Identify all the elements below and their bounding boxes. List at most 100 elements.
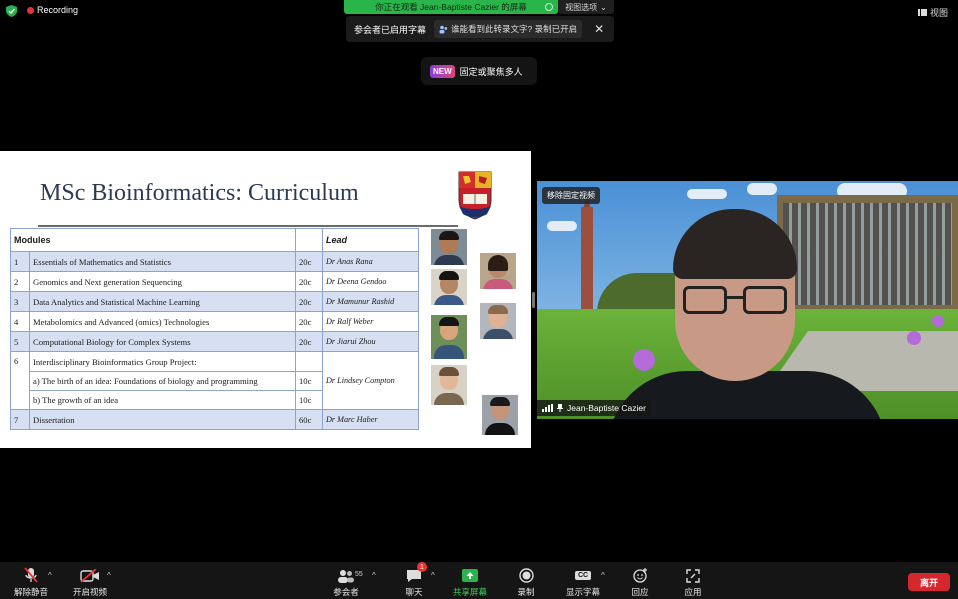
- video-cloud: [687, 189, 727, 199]
- meeting-toolbar: 解除静音 ^ 开启视频 ^ 55 参会者 ^ 1 聊天 ^ 共享屏幕 录制 CC…: [0, 562, 958, 599]
- lecturer-photo: [431, 365, 467, 405]
- leave-button[interactable]: 离开: [908, 573, 950, 591]
- recording-indicator[interactable]: Recording: [27, 5, 78, 15]
- person-glasses: [683, 286, 787, 314]
- reactions-button[interactable]: 回应: [628, 562, 652, 599]
- smiley-add-icon: [632, 568, 647, 583]
- participant-count: 55: [355, 571, 363, 578]
- chevron-up-icon[interactable]: ^: [372, 571, 376, 580]
- table-row: 1 Essentials of Mathematics and Statisti…: [10, 251, 419, 272]
- row-number: 5: [10, 331, 30, 352]
- module-name: Genomics and Next generation Sequencing: [29, 271, 296, 292]
- university-crest-icon: [458, 171, 492, 220]
- row-number: 2: [10, 271, 30, 292]
- video-building: [777, 195, 958, 315]
- chevron-up-icon[interactable]: ^: [48, 571, 52, 580]
- chat-unread-badge: 1: [417, 562, 427, 572]
- credits-header: [295, 228, 323, 252]
- module-credits: 10c: [295, 390, 323, 410]
- module-name: Dissertation: [29, 409, 296, 430]
- captions-button[interactable]: CC 显示字幕: [564, 562, 602, 599]
- video-flower: [907, 331, 921, 345]
- module-credits: [295, 351, 323, 372]
- chevron-up-icon[interactable]: ^: [107, 571, 111, 580]
- table-row: 3 Data Analytics and Statistical Machine…: [10, 291, 419, 312]
- captions-enabled-text: 参会者已启用字幕: [354, 24, 427, 35]
- module-lead: Dr Mamunur Rashid: [322, 291, 419, 312]
- view-options-button[interactable]: 视图选项 ⌄: [558, 0, 614, 14]
- view-icon: [917, 9, 927, 16]
- lecturer-photo: [482, 395, 518, 435]
- row-number: 1: [10, 251, 30, 272]
- panel-resize-handle[interactable]: [532, 292, 535, 308]
- record-button[interactable]: 录制: [512, 562, 540, 599]
- share-screen-button[interactable]: 共享屏幕: [452, 562, 488, 599]
- lecturer-photo: [480, 253, 516, 289]
- module-name: b) The growth of an idea: [29, 390, 296, 410]
- close-icon[interactable]: ✕: [594, 22, 604, 36]
- participant-video[interactable]: 移除固定视频 Jean-Baptiste Cazier: [537, 181, 958, 419]
- lead-header: Lead: [322, 228, 419, 252]
- video-flower: [932, 315, 944, 327]
- module-lead: Dr Deena Gendoo: [322, 271, 419, 292]
- lecturer-photo: [431, 315, 467, 359]
- share-status-icon: [545, 3, 553, 11]
- recording-dot-icon: [27, 6, 34, 14]
- apps-button[interactable]: 应用: [681, 562, 705, 599]
- chevron-up-icon[interactable]: ^: [431, 571, 435, 580]
- participant-name: Jean-Baptiste Cazier: [567, 403, 646, 413]
- module-lead: Dr Ralf Weber: [322, 311, 419, 332]
- microphone-muted-icon: [24, 567, 38, 583]
- caption-bar: 参会者已启用字幕 谁能看到此转录文字? 录制已开启 ✕: [346, 16, 614, 42]
- table-row: 6 Interdisciplinary Bioinformatics Group…: [10, 351, 419, 410]
- lecturer-photo: [431, 229, 467, 265]
- participants-label: 参会者: [333, 587, 359, 597]
- module-credits: 20c: [295, 331, 323, 352]
- share-screen-icon: [462, 569, 478, 582]
- view-options-label: 视图选项: [565, 2, 598, 12]
- row-number: 6: [10, 351, 30, 410]
- table-row: 7 Dissertation 60c Dr Marc Haber: [10, 409, 419, 430]
- chat-button[interactable]: 1 聊天: [400, 562, 428, 599]
- module-credits: 10c: [295, 371, 323, 391]
- table-row: 4 Metabolomics and Advanced (omics) Tech…: [10, 311, 419, 332]
- closed-captions-icon: CC: [574, 571, 592, 580]
- transcript-visibility-button[interactable]: 谁能看到此转录文字? 录制已开启: [434, 20, 583, 38]
- participant-name-label: Jean-Baptiste Cazier: [537, 400, 651, 416]
- title-divider: [38, 225, 458, 227]
- module-credits: 20c: [295, 311, 323, 332]
- module-name: Data Analytics and Statistical Machine L…: [29, 291, 296, 312]
- unmute-label: 解除静音: [13, 587, 48, 597]
- video-cloud: [747, 183, 777, 195]
- row-number: 4: [10, 311, 30, 332]
- screen-share-banner: 你正在观看 Jean-Baptiste Cazier 的屏幕: [344, 0, 558, 14]
- lecturer-photo: [431, 269, 467, 305]
- curriculum-table: Modules Lead 1 Essentials of Mathematics…: [10, 228, 419, 430]
- module-credits: 20c: [295, 291, 323, 312]
- participants-button[interactable]: 55 参会者: [332, 562, 363, 599]
- module-lead: Dr Anas Rana: [322, 251, 419, 272]
- recording-label: Recording: [37, 5, 79, 15]
- unpin-video-button[interactable]: 移除固定视频: [542, 187, 600, 204]
- unmute-button[interactable]: 解除静音: [12, 562, 50, 599]
- module-lead: Dr Jiarui Zhou: [322, 331, 419, 352]
- module-name: Metabolomics and Advanced (omics) Techno…: [29, 311, 296, 332]
- video-flower: [633, 349, 655, 371]
- new-feature-notice[interactable]: NEW 固定或聚焦多人: [421, 57, 537, 85]
- share-screen-label: 共享屏幕: [452, 587, 487, 597]
- modules-header: Modules: [10, 228, 296, 252]
- view-button[interactable]: 视图: [917, 6, 948, 19]
- signal-strength-icon: [542, 404, 553, 412]
- module-credits: 20c: [295, 251, 323, 272]
- module-credits: 60c: [295, 409, 323, 430]
- shared-slide: MSc Bioinformatics: Curriculum Modules L…: [0, 151, 531, 448]
- video-off-icon: [80, 568, 99, 583]
- transcript-question-text: 谁能看到此转录文字? 录制已开启: [451, 24, 578, 34]
- start-video-button[interactable]: 开启视频: [70, 562, 110, 599]
- lecturer-photo: [480, 303, 516, 339]
- module-name: Computational Biology for Complex System…: [29, 331, 296, 352]
- shield-icon[interactable]: [6, 5, 17, 17]
- row-number: 7: [10, 409, 30, 430]
- module-credits: 20c: [295, 271, 323, 292]
- chevron-up-icon[interactable]: ^: [601, 571, 605, 580]
